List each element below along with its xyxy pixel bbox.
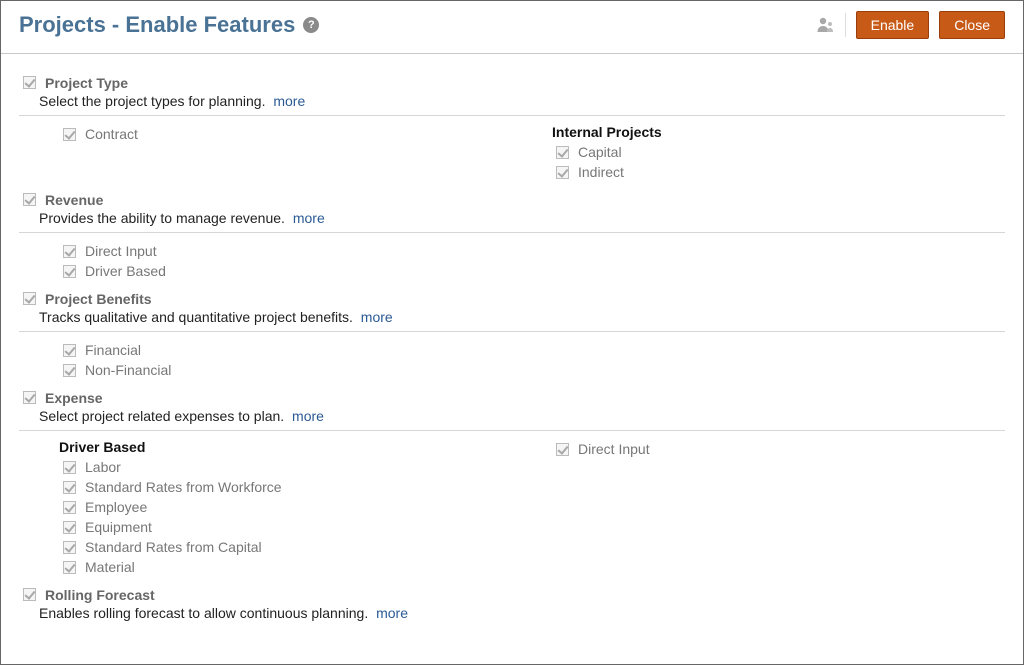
more-link[interactable]: more (293, 210, 325, 226)
subgroup-title: Internal Projects (552, 124, 1005, 140)
section-desc: Enables rolling forecast to allow contin… (39, 605, 1005, 621)
option-label: Contract (85, 124, 138, 144)
checkbox-material[interactable] (63, 561, 76, 574)
option-row: Employee (59, 497, 512, 517)
option-label: Employee (85, 497, 147, 517)
checkbox-direct-input[interactable] (63, 245, 76, 258)
option-row: Capital (552, 142, 1005, 162)
checkbox-direct-input-expense[interactable] (556, 443, 569, 456)
section-rolling-forecast: Rolling Forecast Enables rolling forecas… (19, 585, 1005, 621)
option-label: Standard Rates from Workforce (85, 477, 282, 497)
section-desc-text: Select project related expenses to plan. (39, 408, 284, 424)
option-label: Indirect (578, 162, 624, 182)
more-link[interactable]: more (376, 605, 408, 621)
option-row: Equipment (59, 517, 512, 537)
more-link[interactable]: more (292, 408, 324, 424)
checkbox-labor[interactable] (63, 461, 76, 474)
content-scroll[interactable]: Project Type Select the project types fo… (1, 53, 1023, 664)
checkbox-expense[interactable] (23, 391, 36, 404)
section-desc: Select the project types for planning. m… (39, 93, 1005, 109)
option-row: Indirect (552, 162, 1005, 182)
section-rule (19, 115, 1005, 116)
option-row: Non-Financial (59, 360, 512, 380)
option-label: Capital (578, 142, 622, 162)
option-row: Contract (59, 124, 512, 144)
section-rule (19, 430, 1005, 431)
section-desc-text: Provides the ability to manage revenue. (39, 210, 285, 226)
header-actions: Enable Close (815, 11, 1005, 39)
more-link[interactable]: more (361, 309, 393, 325)
section-title: Project Benefits (45, 291, 152, 307)
section-title: Expense (45, 390, 103, 406)
option-label: Direct Input (85, 241, 157, 261)
checkbox-equipment[interactable] (63, 521, 76, 534)
section-desc: Tracks qualitative and quantitative proj… (39, 309, 1005, 325)
checkbox-capital[interactable] (556, 146, 569, 159)
option-label: Financial (85, 340, 141, 360)
checkbox-rolling-forecast[interactable] (23, 588, 36, 601)
option-row: Direct Input (59, 241, 512, 261)
option-row: Labor (59, 457, 512, 477)
page-title: Projects - Enable Features (19, 12, 295, 38)
option-row: Driver Based (59, 261, 512, 281)
checkbox-driver-based[interactable] (63, 265, 76, 278)
option-row: Standard Rates from Capital (59, 537, 512, 557)
checkbox-financial[interactable] (63, 344, 76, 357)
close-button[interactable]: Close (939, 11, 1005, 39)
checkbox-indirect[interactable] (556, 166, 569, 179)
section-revenue: Revenue Provides the ability to manage r… (19, 190, 1005, 281)
help-icon[interactable]: ? (303, 17, 319, 33)
checkbox-contract[interactable] (63, 128, 76, 141)
option-label: Direct Input (578, 439, 650, 459)
section-desc-text: Enables rolling forecast to allow contin… (39, 605, 368, 621)
option-row: Financial (59, 340, 512, 360)
option-row: Standard Rates from Workforce (59, 477, 512, 497)
divider (845, 13, 846, 37)
user-icon[interactable] (815, 15, 835, 35)
section-desc-text: Select the project types for planning. (39, 93, 265, 109)
option-row: Direct Input (552, 439, 1005, 459)
section-desc-text: Tracks qualitative and quantitative proj… (39, 309, 353, 325)
option-row: Material (59, 557, 512, 577)
section-desc: Provides the ability to manage revenue. … (39, 210, 1005, 226)
section-rule (19, 331, 1005, 332)
section-title: Revenue (45, 192, 103, 208)
checkbox-employee[interactable] (63, 501, 76, 514)
checkbox-revenue[interactable] (23, 193, 36, 206)
title-wrap: Projects - Enable Features ? (19, 12, 319, 38)
section-title: Project Type (45, 75, 128, 91)
checkbox-project-benefits[interactable] (23, 292, 36, 305)
checkbox-std-rates-workforce[interactable] (63, 481, 76, 494)
enable-button[interactable]: Enable (856, 11, 930, 39)
option-label: Labor (85, 457, 121, 477)
more-link[interactable]: more (273, 93, 305, 109)
header-bar: Projects - Enable Features ? Enable Clos… (1, 1, 1023, 54)
section-expense: Expense Select project related expenses … (19, 388, 1005, 577)
option-label: Standard Rates from Capital (85, 537, 262, 557)
section-title: Rolling Forecast (45, 587, 155, 603)
option-label: Material (85, 557, 135, 577)
option-label: Non-Financial (85, 360, 171, 380)
section-rule (19, 232, 1005, 233)
section-project-benefits: Project Benefits Tracks qualitative and … (19, 289, 1005, 380)
section-desc: Select project related expenses to plan.… (39, 408, 1005, 424)
option-label: Equipment (85, 517, 152, 537)
option-label: Driver Based (85, 261, 166, 281)
checkbox-std-rates-capital[interactable] (63, 541, 76, 554)
section-project-type: Project Type Select the project types fo… (19, 73, 1005, 182)
subgroup-title: Driver Based (59, 439, 512, 455)
checkbox-non-financial[interactable] (63, 364, 76, 377)
checkbox-project-type[interactable] (23, 76, 36, 89)
